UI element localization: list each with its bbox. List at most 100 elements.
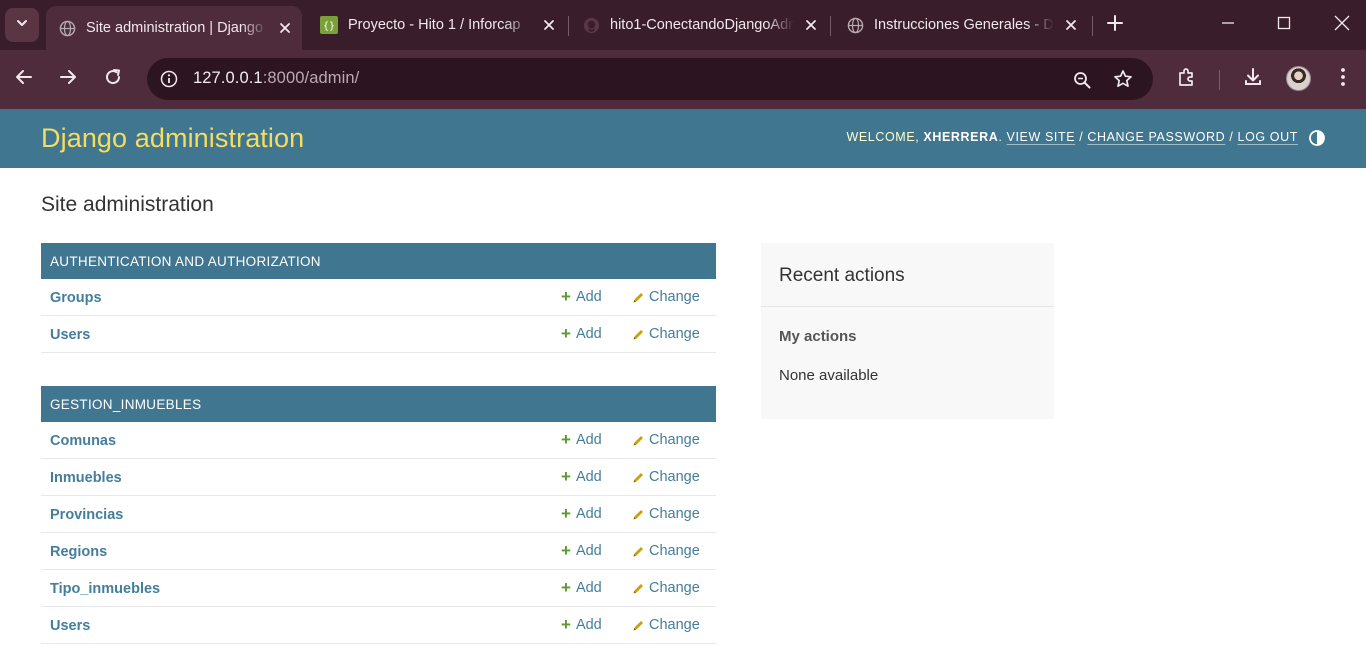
add-link[interactable]: + Add (561, 467, 602, 486)
minimize-button[interactable] (1208, 8, 1248, 42)
add-label: Add (575, 469, 602, 485)
change-label: Change (649, 469, 700, 485)
add-link[interactable]: + Add (561, 431, 602, 448)
model-row-regions: Regions + Add Change (41, 533, 716, 570)
log-out-link[interactable]: Log out (1238, 130, 1298, 144)
model-link[interactable]: Groups (50, 290, 102, 306)
welcome-text: Welcome, (846, 130, 920, 144)
pencil-icon (632, 545, 645, 558)
theme-toggle-button[interactable] (1308, 129, 1326, 147)
change-link[interactable]: Change (632, 506, 700, 522)
add-link[interactable]: + Add (561, 616, 602, 633)
tab-separator (568, 16, 569, 36)
close-icon[interactable] (1060, 14, 1082, 36)
pencil-icon (632, 471, 645, 484)
add-link[interactable]: + Add (561, 541, 602, 560)
model-row-groups: Groups + Add Change (41, 279, 716, 316)
plus-icon: + (561, 324, 571, 343)
change-link[interactable]: Change (632, 543, 700, 559)
add-label: Add (575, 326, 602, 342)
app-caption[interactable]: Gestion_Inmuebles (41, 386, 716, 422)
url-host: 127.0.0.1 (193, 69, 263, 87)
change-link[interactable]: Change (632, 326, 700, 342)
plus-icon: + (561, 467, 571, 486)
arrow-left-icon (15, 68, 33, 91)
change-link[interactable]: Change (632, 432, 700, 448)
tab-proyecto-hito[interactable]: {} Proyecto - Hito 1 / Inforcap (308, 6, 566, 44)
downloads-button[interactable] (1238, 64, 1268, 94)
page-title: Site administration (41, 193, 214, 216)
globe-icon (58, 19, 76, 37)
close-icon[interactable] (274, 17, 296, 39)
recent-actions-panel: Recent actions My actions None available (761, 243, 1054, 419)
change-link[interactable]: Change (632, 289, 700, 305)
browser-menu-button[interactable] (1328, 64, 1358, 94)
empty-state-text: None available (779, 367, 879, 384)
close-icon[interactable] (800, 14, 822, 36)
model-row-comunas: Comunas + Add Change (41, 422, 716, 459)
model-link[interactable]: Comunas (50, 433, 116, 449)
reload-button[interactable] (97, 63, 129, 95)
tab-site-administration[interactable]: Site administration | Django site admin (46, 6, 302, 50)
model-link[interactable]: Regions (50, 544, 107, 560)
github-icon (582, 16, 600, 34)
close-icon[interactable] (538, 14, 560, 36)
window-close-button[interactable] (1322, 8, 1362, 42)
change-label: Change (649, 326, 700, 342)
recent-actions-title: Recent actions (779, 265, 905, 286)
tab-separator (1092, 16, 1093, 36)
url-text: 127.0.0.1:8000/admin/ (193, 69, 359, 88)
back-button[interactable] (8, 63, 40, 95)
model-link[interactable]: Tipo_inmuebles (50, 581, 160, 597)
add-link[interactable]: + Add (561, 288, 602, 305)
model-link[interactable]: Users (50, 327, 90, 343)
half-circle-icon (1308, 130, 1326, 151)
plus-icon: + (561, 541, 571, 560)
extensions-button[interactable] (1172, 64, 1202, 94)
change-label: Change (649, 580, 700, 596)
forward-button[interactable] (52, 63, 84, 95)
reload-icon (104, 68, 122, 91)
add-label: Add (575, 506, 602, 522)
model-link[interactable]: Inmuebles (50, 470, 122, 486)
pencil-icon (632, 619, 645, 632)
browser-toolbar: 127.0.0.1:8000/admin/ (0, 50, 1366, 109)
browser-tab-bar: Site administration | Django site admin … (0, 0, 1366, 50)
change-link[interactable]: Change (632, 580, 700, 596)
code-braces-icon: {} (320, 16, 338, 34)
change-link[interactable]: Change (632, 617, 700, 633)
more-vertical-icon (1340, 67, 1346, 92)
bookmark-star-icon[interactable] (1110, 66, 1136, 92)
tab-search-button[interactable] (5, 8, 39, 42)
site-info-icon[interactable] (157, 67, 181, 91)
model-row-users: Users + Add Change (41, 607, 716, 644)
model-link[interactable]: Users (50, 618, 90, 634)
app-caption[interactable]: Authentication and Authorization (41, 243, 716, 279)
maximize-button[interactable] (1264, 8, 1304, 42)
view-site-link[interactable]: View site (1007, 130, 1076, 144)
app-module-gestion-inmuebles: Gestion_Inmuebles Comunas + Add Change In… (41, 386, 716, 644)
add-link[interactable]: + Add (561, 505, 602, 522)
address-bar[interactable]: 127.0.0.1:8000/admin/ (147, 58, 1153, 100)
tab-github-repo[interactable]: hito1-ConectandoDjangoAdmin (570, 6, 828, 44)
new-tab-button[interactable] (1101, 11, 1129, 39)
change-link[interactable]: Change (632, 469, 700, 485)
site-branding[interactable]: Django administration (41, 123, 304, 154)
tab-title: Proyecto - Hito 1 / Inforcap (348, 17, 521, 33)
admin-header: Django administration Welcome, xherrera.… (0, 109, 1366, 168)
tab-title: hito1-ConectandoDjangoAdmin (610, 17, 794, 33)
change-password-link[interactable]: Change password (1087, 130, 1225, 144)
add-link[interactable]: + Add (561, 324, 602, 343)
globe-icon (846, 16, 864, 34)
change-label: Change (649, 543, 700, 559)
profile-avatar[interactable] (1286, 66, 1311, 91)
pencil-icon (632, 328, 645, 341)
add-label: Add (575, 580, 602, 596)
tab-title: Site administration | Django site admin (86, 20, 268, 36)
model-link[interactable]: Provincias (50, 507, 123, 523)
add-link[interactable]: + Add (561, 579, 602, 596)
zoom-icon[interactable] (1069, 67, 1095, 93)
close-icon (1334, 15, 1350, 36)
tab-separator (830, 16, 831, 36)
tab-instrucciones[interactable]: Instrucciones Generales - Desafío (834, 6, 1088, 44)
